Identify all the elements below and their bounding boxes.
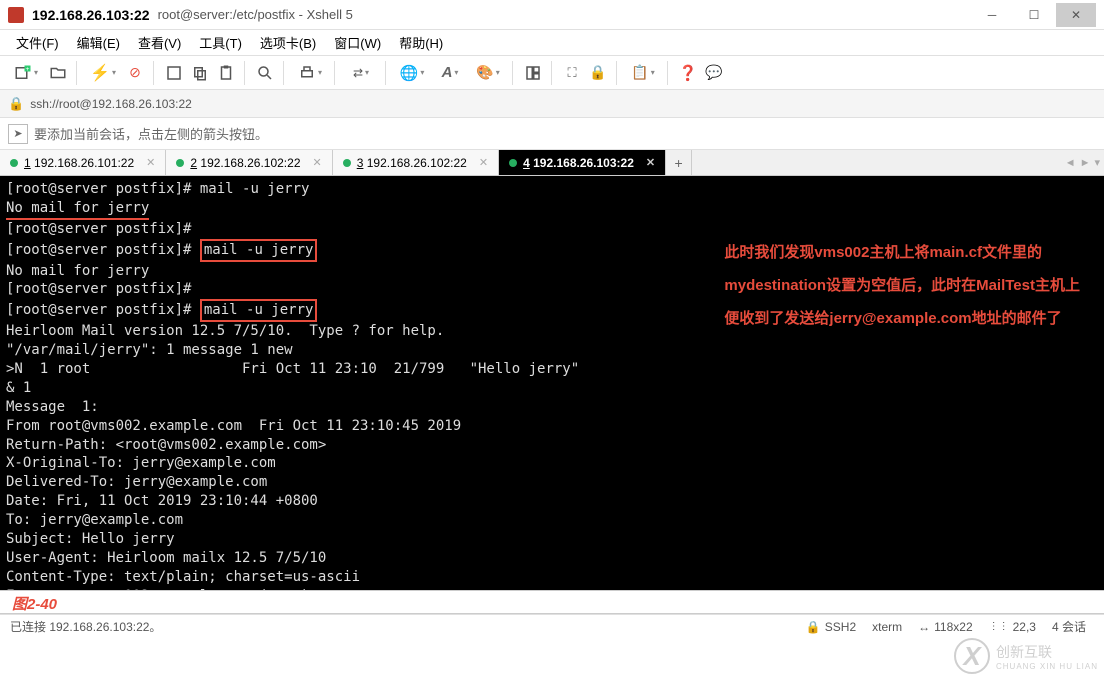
status-sessions: 4 会话 bbox=[1044, 618, 1094, 635]
add-session-arrow-button[interactable]: ➤ bbox=[8, 124, 28, 144]
font-button[interactable]: A▾ bbox=[432, 61, 468, 85]
address-url: ssh://root@192.168.26.103:22 bbox=[30, 97, 192, 111]
connection-dot-icon bbox=[509, 159, 517, 167]
status-cursor: ⋮⋮22,3 bbox=[981, 620, 1044, 634]
hint-text: 要添加当前会话，点击左侧的箭头按钮。 bbox=[34, 124, 268, 143]
tab-1[interactable]: 1 192.168.26.101:22 ✕ bbox=[0, 150, 166, 175]
svg-text:+: + bbox=[26, 65, 30, 72]
toolbar: + ▾ ⚡▾ ⊘ ▾ ⇄▾ 🌐▾ A▾ 🎨▾ ⛶ 🔒 📋▾ ❓ 💬 bbox=[0, 56, 1104, 90]
watermark: X 创新互联 CHUANG XIN HU LIAN bbox=[954, 638, 1098, 674]
maximize-button[interactable]: ☐ bbox=[1014, 3, 1054, 27]
disconnect-button[interactable]: ⊘ bbox=[123, 61, 147, 85]
menu-view[interactable]: 查看(V) bbox=[134, 31, 185, 54]
connection-dot-icon bbox=[176, 159, 184, 167]
status-bar: 已连接 192.168.26.103:22。 🔒SSH2 xterm ↔118x… bbox=[0, 614, 1104, 638]
lock-icon: 🔒 bbox=[8, 96, 24, 112]
tab-close-icon[interactable]: ✕ bbox=[479, 156, 488, 169]
tab-nav: ◄ ► ▾ bbox=[1065, 150, 1100, 175]
help-button[interactable]: ❓ bbox=[676, 61, 700, 85]
new-session-button[interactable]: + ▾ bbox=[8, 61, 44, 85]
layout-button[interactable] bbox=[521, 61, 545, 85]
status-ssh: 🔒SSH2 bbox=[798, 620, 864, 634]
print-button[interactable]: ▾ bbox=[292, 61, 328, 85]
tab-strip: 1 192.168.26.101:22 ✕ 2 192.168.26.102:2… bbox=[0, 150, 1104, 176]
minimize-button[interactable]: ─ bbox=[972, 3, 1012, 27]
address-bar[interactable]: 🔒 ssh://root@192.168.26.103:22 bbox=[0, 90, 1104, 118]
connection-dot-icon bbox=[343, 159, 351, 167]
transfer-button[interactable]: ⇄▾ bbox=[343, 61, 379, 85]
lock-button[interactable]: 🔒 bbox=[586, 61, 610, 85]
tab-next-icon[interactable]: ► bbox=[1080, 157, 1091, 169]
highlighted-command: mail -u jerry bbox=[200, 299, 318, 322]
paste-button[interactable] bbox=[214, 61, 238, 85]
title-bar: 192.168.26.103:22 root@server:/etc/postf… bbox=[0, 0, 1104, 30]
properties-button[interactable] bbox=[162, 61, 186, 85]
menu-help[interactable]: 帮助(H) bbox=[395, 31, 447, 54]
annotation-overlay: 此时我们发现vms002主机上将main.cf文件里的 mydestinatio… bbox=[724, 236, 1080, 335]
status-size: ↔118x22 bbox=[910, 620, 980, 634]
open-button[interactable] bbox=[46, 61, 70, 85]
lock-icon: 🔒 bbox=[806, 620, 821, 634]
window-subtitle: root@server:/etc/postfix - Xshell 5 bbox=[158, 7, 972, 22]
tab-4[interactable]: 4 192.168.26.103:22 ✕ bbox=[499, 150, 666, 175]
tab-close-icon[interactable]: ✕ bbox=[646, 156, 655, 169]
close-button[interactable]: ✕ bbox=[1056, 3, 1096, 27]
menu-tools[interactable]: 工具(T) bbox=[195, 31, 246, 54]
app-icon bbox=[8, 7, 24, 23]
highlighted-command: mail -u jerry bbox=[200, 239, 318, 262]
tab-3[interactable]: 3 192.168.26.102:22 ✕ bbox=[333, 150, 499, 175]
new-tab-button[interactable]: + bbox=[666, 150, 692, 175]
menu-tab[interactable]: 选项卡(B) bbox=[256, 31, 320, 54]
window-title: 192.168.26.103:22 bbox=[32, 7, 150, 23]
terminal[interactable]: [root@server postfix]# mail -u jerry No … bbox=[0, 176, 1104, 590]
menu-window[interactable]: 窗口(W) bbox=[330, 31, 385, 54]
color-button[interactable]: 🎨▾ bbox=[470, 61, 506, 85]
tab-close-icon[interactable]: ✕ bbox=[313, 156, 322, 169]
highlighted-output: No mail for jerry bbox=[6, 199, 149, 220]
tab-2[interactable]: 2 192.168.26.102:22 ✕ bbox=[166, 150, 332, 175]
globe-button[interactable]: 🌐▾ bbox=[394, 61, 430, 85]
status-term: xterm bbox=[864, 620, 910, 634]
menu-edit[interactable]: 编辑(E) bbox=[73, 31, 124, 54]
copy-button[interactable] bbox=[188, 61, 212, 85]
comment-button[interactable]: 💬 bbox=[702, 61, 726, 85]
menu-bar: 文件(F) 编辑(E) 查看(V) 工具(T) 选项卡(B) 窗口(W) 帮助(… bbox=[0, 30, 1104, 56]
highlight-button[interactable]: 📋▾ bbox=[625, 61, 661, 85]
watermark-logo-icon: X bbox=[954, 638, 990, 674]
figure-label: 图2-40 bbox=[0, 590, 1104, 614]
tab-close-icon[interactable]: ✕ bbox=[146, 156, 155, 169]
window-controls: ─ ☐ ✕ bbox=[972, 3, 1096, 27]
tab-prev-icon[interactable]: ◄ bbox=[1065, 157, 1076, 169]
tab-menu-icon[interactable]: ▾ bbox=[1094, 156, 1100, 169]
hint-bar: ➤ 要添加当前会话，点击左侧的箭头按钮。 bbox=[0, 118, 1104, 150]
fullscreen-button[interactable]: ⛶ bbox=[560, 61, 584, 85]
search-button[interactable] bbox=[253, 61, 277, 85]
connection-dot-icon bbox=[10, 159, 18, 167]
status-connection: 已连接 192.168.26.103:22。 bbox=[10, 618, 798, 635]
reconnect-button[interactable]: ⚡▾ bbox=[85, 61, 121, 85]
menu-file[interactable]: 文件(F) bbox=[12, 31, 63, 54]
